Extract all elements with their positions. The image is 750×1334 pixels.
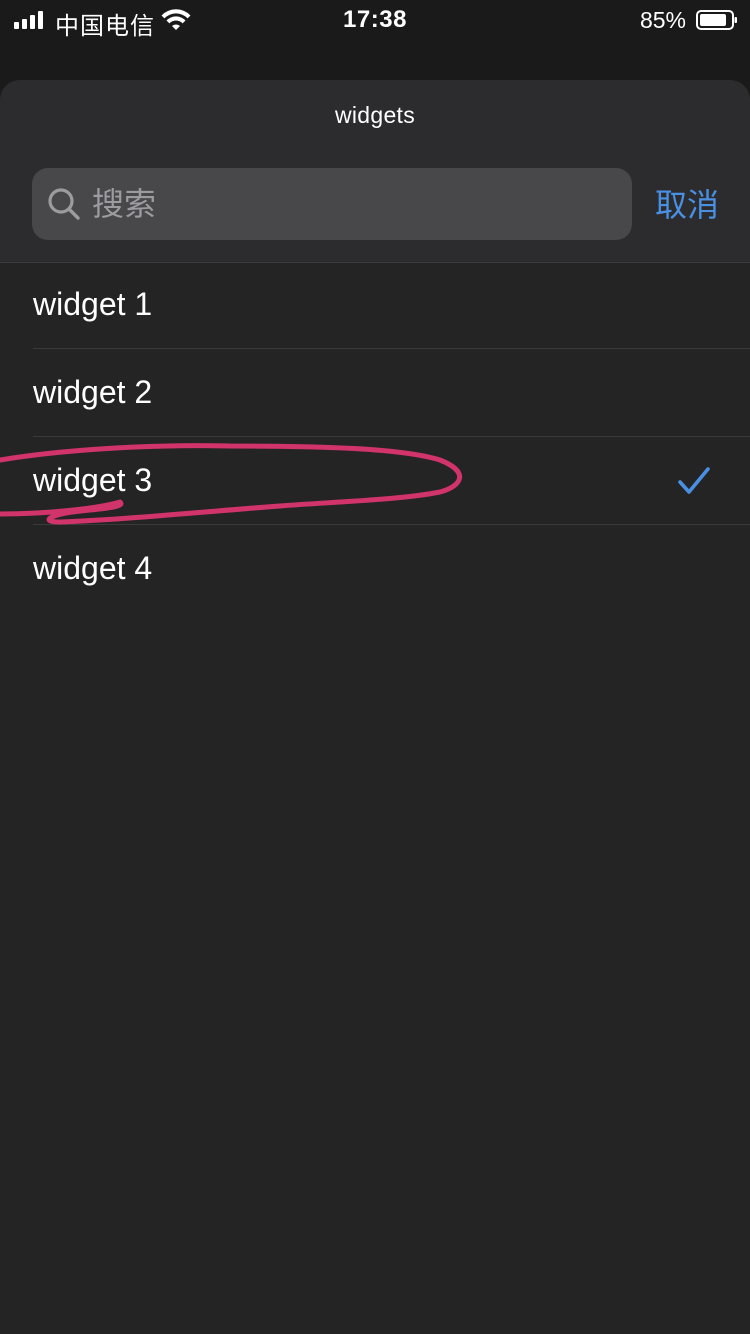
cancel-button[interactable]: 取消 xyxy=(642,180,732,230)
search-input[interactable] xyxy=(92,168,612,240)
battery-icon xyxy=(696,10,737,30)
search-bar[interactable] xyxy=(32,168,632,240)
list-item-widget-4[interactable]: widget 4 xyxy=(0,525,750,613)
list-item-widget-1[interactable]: widget 1 xyxy=(0,261,750,349)
checkmark-icon xyxy=(678,467,710,494)
list-item-label: widget 3 xyxy=(33,462,153,498)
list-item-label: widget 4 xyxy=(33,550,153,586)
status-bar: 中国电信 17:38 85% xyxy=(0,0,750,42)
list-item-label: widget 1 xyxy=(33,286,153,322)
clock: 17:38 xyxy=(343,6,407,33)
sheet-title: widgets xyxy=(334,102,416,128)
widget-list: widget 1 widget 2 widget 3 widget 4 xyxy=(0,261,750,613)
widget-picker-sheet: widgets 取消 widget 1 widget 2 widget 3 xyxy=(0,80,750,1334)
list-item-label: widget 2 xyxy=(33,374,153,410)
list-item-widget-2[interactable]: widget 2 xyxy=(0,349,750,437)
search-icon xyxy=(48,188,80,220)
list-item-widget-3[interactable]: widget 3 xyxy=(0,437,750,525)
sheet-header: widgets 取消 xyxy=(0,80,750,263)
battery-percentage: 85% xyxy=(639,7,686,33)
screen: 中国电信 17:38 85% widgets 取消 xyxy=(0,0,750,1334)
